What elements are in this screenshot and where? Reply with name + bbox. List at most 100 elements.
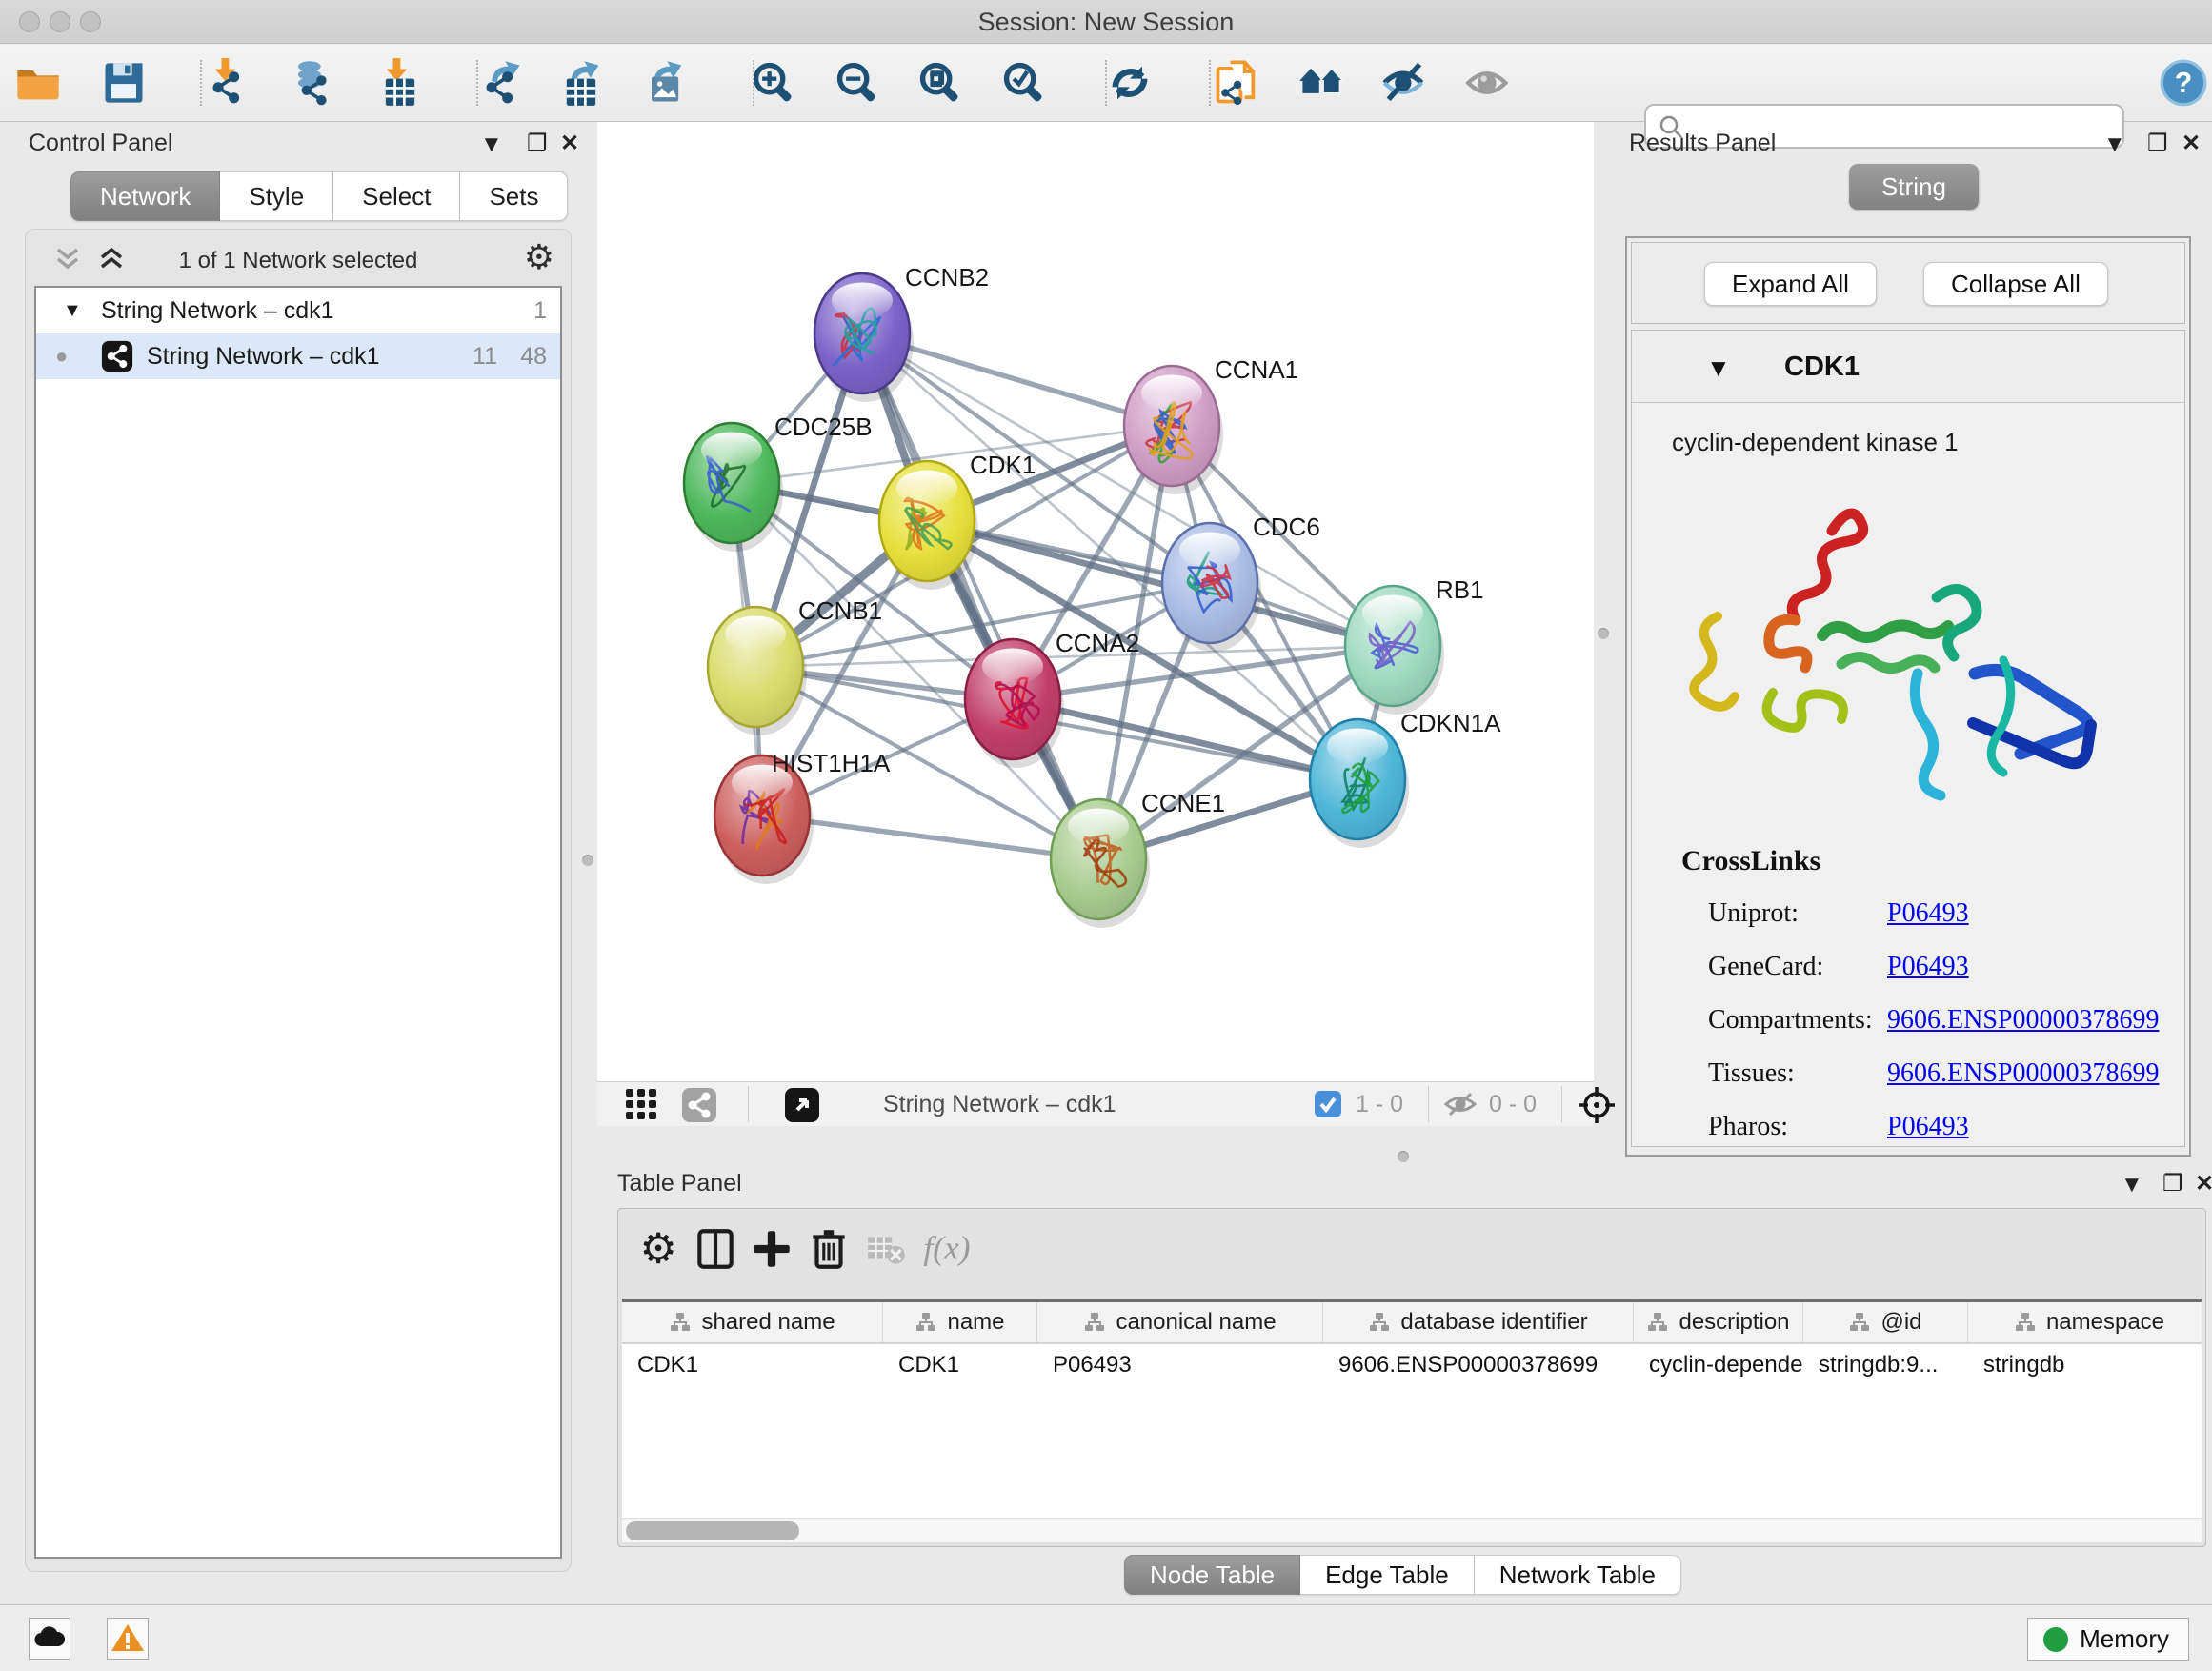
column-header-shared-name[interactable]: shared name bbox=[622, 1302, 883, 1342]
memory-button[interactable]: Memory bbox=[2027, 1618, 2189, 1661]
close-panel-icon[interactable]: ✕ bbox=[2195, 1170, 2212, 1198]
cloud-icon[interactable] bbox=[29, 1618, 70, 1660]
table-cell[interactable]: cyclin-dependent ... bbox=[1634, 1344, 1803, 1386]
node-CCNA1[interactable]: CCNA1 bbox=[1124, 355, 1298, 494]
node-HIST1H1A[interactable]: HIST1H1A bbox=[714, 749, 891, 884]
svg-text:?: ? bbox=[2175, 68, 2193, 99]
refresh-icon[interactable] bbox=[1099, 52, 1160, 113]
node-entry-header[interactable]: ▼ CDK1 bbox=[1632, 334, 2184, 403]
tab-node-table[interactable]: Node Table bbox=[1124, 1555, 1300, 1595]
network-tree-row[interactable]: ● String Network – cdk11148 bbox=[36, 333, 560, 379]
node-table[interactable]: shared name name canonical name database id… bbox=[622, 1299, 2202, 1520]
left-splitter-handle[interactable] bbox=[582, 855, 593, 866]
export-table-icon[interactable] bbox=[551, 52, 612, 113]
right-splitter-handle[interactable] bbox=[1598, 628, 1609, 639]
panel-menu-icon[interactable]: ▼ bbox=[2103, 131, 2126, 158]
table-cell[interactable]: 9606.ENSP00000378699 bbox=[1323, 1344, 1634, 1386]
close-panel-icon[interactable]: ✕ bbox=[560, 130, 579, 157]
column-header-label: name bbox=[947, 1309, 1004, 1336]
node-CCNA2[interactable]: CCNA2 bbox=[965, 629, 1139, 768]
scrollbar-thumb[interactable] bbox=[626, 1521, 799, 1540]
panel-menu-icon[interactable]: ▼ bbox=[2121, 1172, 2143, 1198]
tab-network-table[interactable]: Network Table bbox=[1475, 1555, 1681, 1595]
column-header-namespace[interactable]: namespace bbox=[1968, 1302, 2202, 1342]
expand-all-button[interactable]: Expand All bbox=[1704, 262, 1877, 306]
crosslink-link[interactable]: P06493 bbox=[1887, 898, 1969, 929]
tab-style[interactable]: Style bbox=[220, 171, 333, 221]
network-options-gear-icon[interactable]: ⚙ bbox=[524, 240, 554, 274]
network-graph[interactable]: CCNB2 CCNA1 CDC25B CDK1 CDC6 RB1 CCNB1 bbox=[597, 122, 1594, 1081]
selected-checkbox-icon[interactable] bbox=[1314, 1090, 1342, 1123]
node-CDKN1A[interactable]: CDKN1A bbox=[1310, 709, 1501, 848]
table-cell[interactable]: CDK1 bbox=[883, 1344, 1037, 1386]
import-network-icon[interactable] bbox=[198, 52, 259, 113]
edge-CCNB2-CCNE1[interactable] bbox=[862, 333, 1098, 859]
column-header-database-identifier[interactable]: database identifier bbox=[1323, 1302, 1634, 1342]
node-CCNE1[interactable]: CCNE1 bbox=[1051, 789, 1225, 928]
table-horizontal-scrollbar[interactable] bbox=[622, 1518, 2202, 1542]
hide-selected-icon[interactable] bbox=[1375, 52, 1436, 113]
tab-edge-table[interactable]: Edge Table bbox=[1300, 1555, 1475, 1595]
crosslink-link[interactable]: P06493 bbox=[1887, 1112, 1969, 1142]
table-settings-icon[interactable]: ⚙ bbox=[631, 1222, 686, 1278]
column-header-description[interactable]: description bbox=[1634, 1302, 1803, 1342]
crosshair-icon[interactable] bbox=[1577, 1085, 1617, 1130]
table-cell[interactable]: stringdb:9... bbox=[1803, 1344, 1968, 1386]
column-header--id[interactable]: @id bbox=[1803, 1302, 1968, 1342]
import-database-icon[interactable] bbox=[281, 52, 342, 113]
manage-columns-icon[interactable] bbox=[688, 1222, 743, 1278]
collapse-entry-icon[interactable]: ▼ bbox=[1706, 353, 1731, 383]
node-CDC6[interactable]: CDC6 bbox=[1162, 513, 1320, 652]
network-selection-status: 1 of 1 Network selected bbox=[25, 248, 572, 274]
column-header-name[interactable]: name bbox=[883, 1302, 1037, 1342]
add-icon[interactable] bbox=[744, 1222, 799, 1278]
houses-icon[interactable] bbox=[1292, 52, 1353, 113]
crosslink-link[interactable]: 9606.ENSP00000378699 bbox=[1887, 1005, 2159, 1036]
export-network-icon[interactable] bbox=[472, 52, 533, 113]
close-panel-icon[interactable]: ✕ bbox=[2182, 130, 2201, 157]
zoom-fit-icon[interactable] bbox=[910, 52, 971, 113]
table-row[interactable]: CDK1CDK1P064939606.ENSP00000378699cyclin… bbox=[622, 1344, 2202, 1386]
table-cell[interactable]: stringdb bbox=[1968, 1344, 2202, 1386]
warning-icon[interactable] bbox=[107, 1618, 149, 1660]
node-CCNB1[interactable]: CCNB1 bbox=[708, 596, 882, 735]
triangle-down-icon[interactable]: ▼ bbox=[63, 300, 82, 322]
edge-CDK1-RB1[interactable] bbox=[927, 521, 1393, 646]
panel-menu-icon[interactable]: ▼ bbox=[480, 131, 503, 158]
float-panel-icon[interactable]: ❐ bbox=[527, 130, 548, 157]
share-view-icon[interactable] bbox=[681, 1087, 717, 1128]
selected-count: 1 - 0 bbox=[1356, 1091, 1403, 1118]
column-header-canonical-name[interactable]: canonical name bbox=[1037, 1302, 1323, 1342]
birdseye-icon[interactable] bbox=[784, 1087, 820, 1128]
hidden-eye-icon[interactable] bbox=[1443, 1090, 1478, 1123]
network-tree-row[interactable]: ▼String Network – cdk11 bbox=[36, 288, 560, 333]
duplicate-network-icon[interactable] bbox=[1206, 52, 1267, 113]
crosslink-link[interactable]: 9606.ENSP00000378699 bbox=[1887, 1058, 2159, 1089]
network-view[interactable]: CCNB2 CCNA1 CDC25B CDK1 CDC6 RB1 CCNB1 bbox=[597, 122, 1594, 1126]
grid-view-icon[interactable] bbox=[624, 1087, 658, 1126]
trash-icon[interactable] bbox=[801, 1222, 856, 1278]
float-panel-icon[interactable]: ❐ bbox=[2147, 130, 2168, 157]
column-header-label: @id bbox=[1880, 1309, 1921, 1336]
zoom-out-icon[interactable] bbox=[827, 52, 888, 113]
show-all-icon[interactable] bbox=[1458, 52, 1519, 113]
tab-string[interactable]: String bbox=[1849, 164, 1979, 210]
column-header-label: canonical name bbox=[1116, 1309, 1276, 1336]
node-CCNB2[interactable]: CCNB2 bbox=[814, 263, 989, 402]
tab-network[interactable]: Network bbox=[70, 171, 220, 221]
float-panel-icon[interactable]: ❐ bbox=[2162, 1170, 2183, 1198]
crosslink-link[interactable]: P06493 bbox=[1887, 952, 1969, 982]
export-image-icon[interactable] bbox=[633, 52, 694, 113]
help-icon[interactable]: ? bbox=[2153, 52, 2212, 113]
zoom-selected-icon[interactable] bbox=[994, 52, 1055, 113]
horizontal-splitter-handle[interactable] bbox=[1398, 1151, 1409, 1162]
table-cell[interactable]: CDK1 bbox=[622, 1344, 883, 1386]
import-table-icon[interactable] bbox=[370, 52, 431, 113]
table-cell[interactable]: P06493 bbox=[1037, 1344, 1323, 1386]
open-session-icon[interactable] bbox=[8, 52, 69, 113]
save-session-icon[interactable] bbox=[93, 52, 154, 113]
collapse-all-button[interactable]: Collapse All bbox=[1923, 262, 2108, 306]
node-RB1[interactable]: RB1 bbox=[1345, 575, 1484, 715]
tab-select[interactable]: Select bbox=[333, 171, 460, 221]
tab-sets[interactable]: Sets bbox=[460, 171, 568, 221]
